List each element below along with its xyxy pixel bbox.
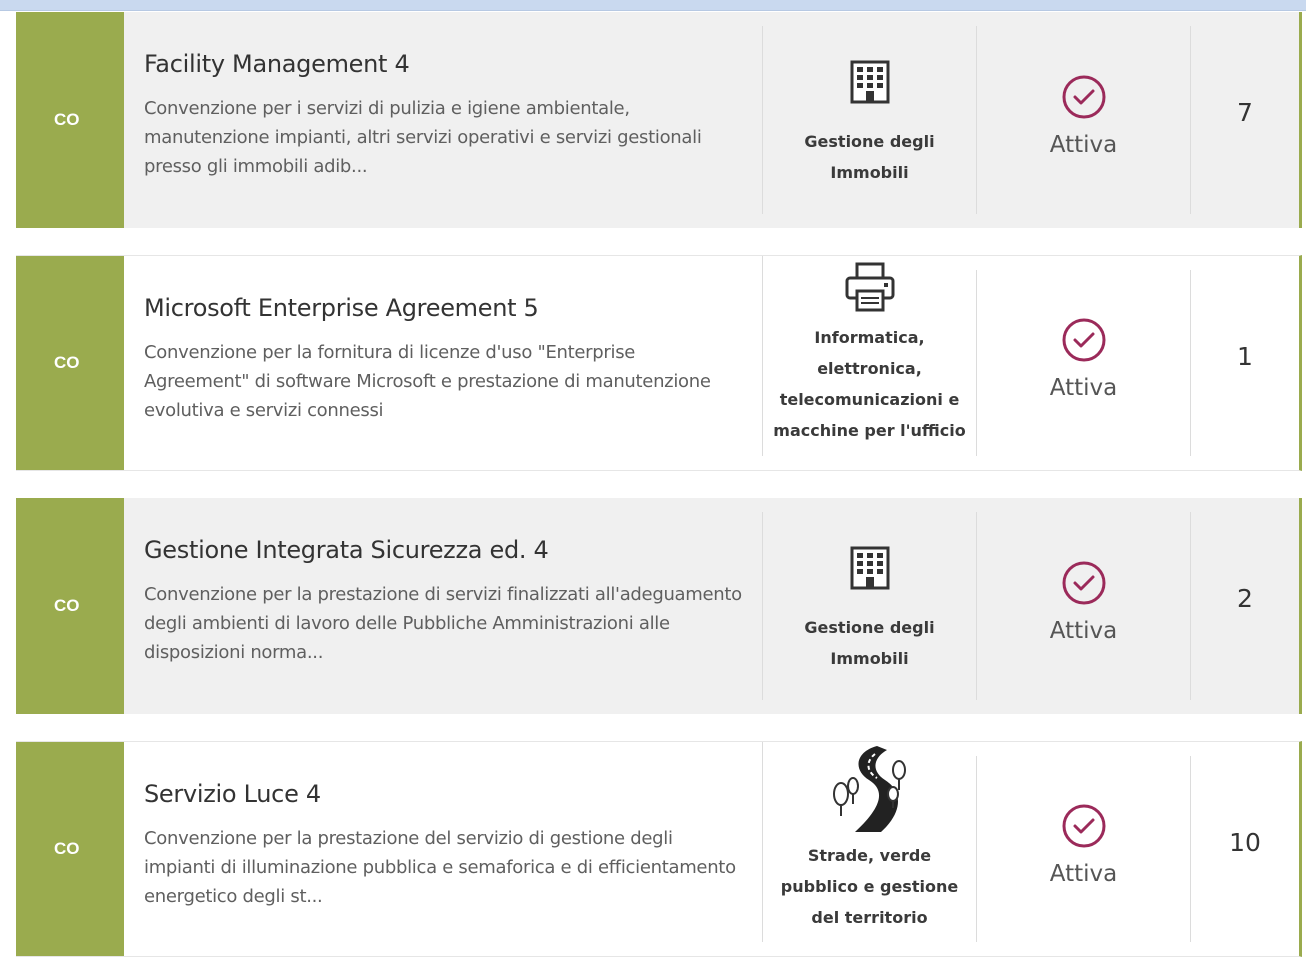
category-label: Gestione degli Immobili	[804, 132, 935, 182]
count-value: 2	[1237, 584, 1253, 613]
item-title[interactable]: Servizio Luce 4	[144, 780, 742, 808]
status-label: Attiva	[1049, 132, 1118, 158]
check-circle-icon	[1062, 561, 1105, 605]
item-title[interactable]: Facility Management 4	[144, 50, 742, 78]
code-badge: CO	[16, 256, 124, 470]
status-cell: Attiva	[976, 756, 1190, 942]
item-info: Microsoft Enterprise Agreement 5 Convenz…	[124, 256, 762, 470]
road-trees-icon	[825, 744, 915, 836]
status-cell: Attiva	[976, 270, 1190, 456]
status-cell: Attiva	[976, 512, 1190, 700]
item-description: Convenzione per la fornitura di licenze …	[144, 342, 711, 421]
category-cell: Gestione degli Immobili	[762, 26, 976, 214]
item-info: Servizio Luce 4 Convenzione per la prest…	[124, 742, 762, 956]
code-badge: CO	[16, 498, 124, 714]
list-item[interactable]: CO Microsoft Enterprise Agreement 5 Conv…	[16, 255, 1302, 471]
category-cell: Informatica, elettronica, telecomunicazi…	[762, 256, 976, 456]
status-label: Attiva	[1049, 618, 1118, 644]
item-description: Convenzione per la prestazione di serviz…	[144, 584, 742, 663]
item-info: Gestione Integrata Sicurezza ed. 4 Conve…	[124, 498, 762, 714]
count-cell: 1	[1190, 270, 1299, 456]
count-value: 1	[1237, 342, 1253, 371]
check-circle-icon	[1062, 75, 1105, 119]
top-bar	[0, 0, 1306, 11]
list-item[interactable]: CO Gestione Integrata Sicurezza ed. 4 Co…	[16, 498, 1302, 714]
building-icon	[840, 52, 900, 112]
category-cell: Gestione degli Immobili	[762, 512, 976, 700]
category-label: Informatica, elettronica, telecomunicazi…	[773, 328, 966, 440]
item-description: Convenzione per la prestazione del servi…	[144, 828, 736, 907]
item-description: Convenzione per i servizi di pulizia e i…	[144, 98, 702, 177]
count-value: 7	[1237, 98, 1253, 127]
item-title[interactable]: Gestione Integrata Sicurezza ed. 4	[144, 536, 742, 564]
count-cell: 7	[1190, 26, 1299, 214]
building-icon	[840, 538, 900, 598]
printer-icon	[840, 260, 900, 314]
status-label: Attiva	[1049, 375, 1118, 401]
list-item[interactable]: CO Servizio Luce 4 Convenzione per la pr…	[16, 741, 1302, 957]
list-item[interactable]: CO Facility Management 4 Convenzione per…	[16, 12, 1302, 228]
category-label: Strade, verde pubblico e gestione del te…	[780, 846, 959, 927]
count-cell: 2	[1190, 512, 1299, 700]
code-badge: CO	[16, 12, 124, 228]
item-title[interactable]: Microsoft Enterprise Agreement 5	[144, 294, 742, 322]
status-label: Attiva	[1049, 861, 1118, 887]
convention-list: CO Facility Management 4 Convenzione per…	[16, 12, 1302, 957]
category-label: Gestione degli Immobili	[804, 618, 935, 668]
count-cell: 10	[1190, 756, 1299, 942]
item-info: Facility Management 4 Convenzione per i …	[124, 12, 762, 228]
status-cell: Attiva	[976, 26, 1190, 214]
count-value: 10	[1229, 828, 1261, 857]
category-cell: Strade, verde pubblico e gestione del te…	[762, 742, 976, 942]
check-circle-icon	[1062, 804, 1105, 848]
code-badge: CO	[16, 742, 124, 956]
check-circle-icon	[1062, 318, 1105, 362]
